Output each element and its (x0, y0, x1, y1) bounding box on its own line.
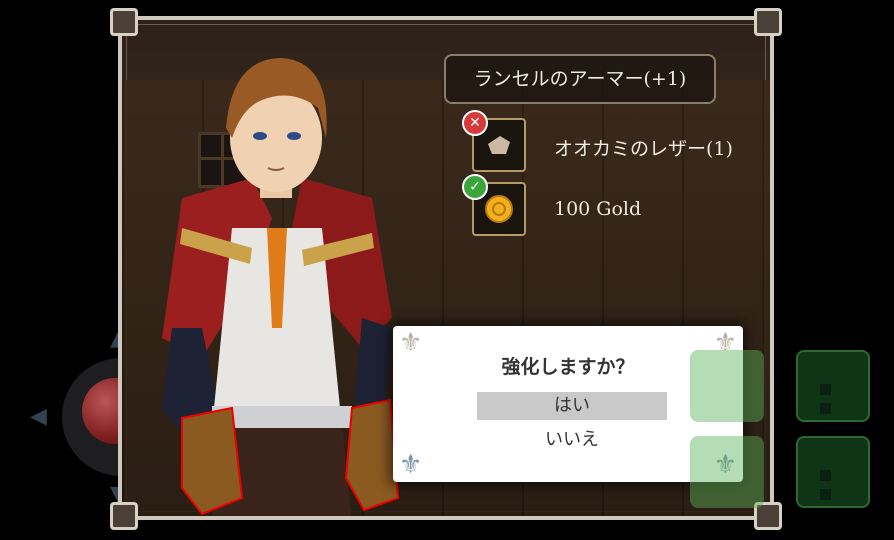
menu-button-2[interactable] (796, 436, 870, 508)
frame-corner-top-right (754, 8, 782, 36)
no-option[interactable]: いいえ (477, 426, 667, 454)
dpad-left-arrow-icon[interactable]: ◀ (30, 404, 47, 429)
material-label-gold: 100 Gold (554, 198, 642, 220)
fleur-de-lis-icon: ⚜ (399, 450, 423, 480)
button-dots-icon (820, 466, 850, 500)
missing-x-icon: ✕ (462, 110, 488, 136)
yes-option[interactable]: はい (477, 392, 667, 420)
menu-button-1[interactable] (796, 350, 870, 422)
hero-character-portrait (162, 58, 400, 516)
action-button-b[interactable] (690, 436, 764, 508)
button-dots-icon (820, 380, 850, 414)
check-icon: ✓ (462, 174, 488, 200)
frame-corner-bottom-left (110, 502, 138, 530)
item-title-box: ランセルのアーマー(+1) (444, 54, 716, 104)
frame-corner-top-left (110, 8, 138, 36)
material-label-wolf-leather: オオカミのレザー(1) (554, 138, 733, 160)
action-button-a[interactable] (690, 350, 764, 422)
